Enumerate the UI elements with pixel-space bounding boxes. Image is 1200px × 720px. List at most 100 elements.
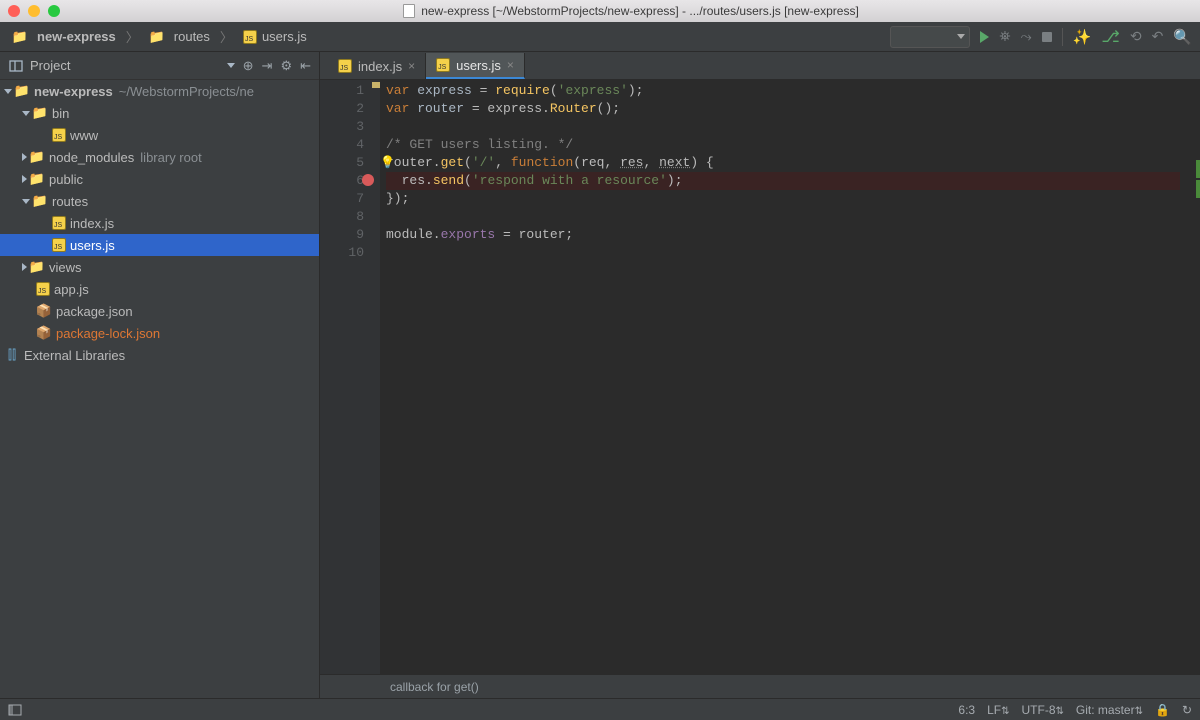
tool-window-toggle-icon[interactable] (8, 703, 22, 717)
editor-breadcrumb-label: callback for get() (390, 680, 479, 694)
wand-icon[interactable]: ✨ (1073, 28, 1092, 46)
code-line[interactable] (386, 244, 1180, 262)
chevron-down-icon (957, 34, 965, 39)
main-area: Project ⊕ ⇥ ⚙ ⇤ 📁 new-express ~/Webstorm… (0, 52, 1200, 698)
tree-folder-views[interactable]: 📁 views (0, 256, 319, 278)
chevron-right-icon[interactable] (22, 153, 27, 161)
update-icon[interactable]: ⟲ (1130, 28, 1142, 45)
run-icon[interactable] (980, 31, 989, 43)
folder-icon: 📁 (14, 83, 30, 99)
breadcrumb-project[interactable]: 📁 new-express (8, 29, 120, 45)
code-line[interactable]: router.get('/', function(req, res, next)… (386, 154, 1180, 172)
line-number[interactable]: 10 (326, 244, 364, 262)
collapse-all-icon[interactable]: ⇥ (262, 58, 273, 74)
tree-external-libraries[interactable]: ⫿⫿ External Libraries (0, 344, 319, 366)
minimize-window-icon[interactable] (28, 5, 40, 17)
tree-label: node_modules (49, 150, 134, 165)
libraries-icon: ⫿⫿ (4, 347, 20, 363)
project-tree[interactable]: 📁 new-express ~/WebstormProjects/ne 📁 bi… (0, 80, 319, 698)
code-line[interactable]: var router = express.Router(); (386, 100, 1180, 118)
line-number[interactable]: 3 (326, 118, 364, 136)
status-line-ending[interactable]: LF (987, 703, 1001, 717)
code-line[interactable] (386, 118, 1180, 136)
editor-breadcrumb[interactable]: callback for get() (320, 674, 1200, 698)
project-tool-title[interactable]: Project (30, 58, 223, 73)
tree-root-name: new-express (34, 84, 113, 99)
line-number[interactable]: 2 (326, 100, 364, 118)
tree-project-root[interactable]: 📁 new-express ~/WebstormProjects/ne (0, 80, 319, 102)
chevron-down-icon[interactable] (22, 199, 30, 204)
mark-icon[interactable] (1196, 180, 1200, 198)
settings-gear-icon[interactable]: ⚙ (280, 58, 292, 74)
code-line[interactable]: /* GET users listing. */ (386, 136, 1180, 154)
line-number[interactable]: 6 (326, 172, 364, 190)
breakpoint-icon[interactable] (362, 174, 374, 186)
tab-index-js[interactable]: JS index.js × (328, 53, 426, 79)
code-line[interactable] (386, 208, 1180, 226)
run-config-dropdown[interactable] (890, 26, 970, 48)
chevron-down-icon[interactable] (22, 111, 30, 116)
chevron-down-icon[interactable] (4, 89, 12, 94)
chevron-down-icon[interactable] (227, 63, 235, 68)
tree-file-package-json[interactable]: 📦 package.json (0, 300, 319, 322)
search-icon[interactable]: 🔍 (1173, 28, 1192, 46)
arrows-icon: ⇅ (1001, 706, 1009, 717)
close-window-icon[interactable] (8, 5, 20, 17)
intention-bulb-icon[interactable]: 💡 (380, 154, 395, 172)
tree-label: app.js (54, 282, 89, 297)
tree-folder-public[interactable]: 📁 public (0, 168, 319, 190)
lock-icon[interactable]: 🔒 (1155, 703, 1170, 717)
undo-icon[interactable]: ↶ (1152, 28, 1164, 45)
project-tool-icon[interactable] (8, 58, 24, 74)
status-git-branch[interactable]: Git: master (1076, 703, 1135, 717)
arrows-icon: ⇅ (1056, 706, 1064, 717)
line-number[interactable]: 4 (326, 136, 364, 154)
sync-icon[interactable]: ↻ (1182, 703, 1192, 717)
status-encoding[interactable]: UTF-8 (1022, 703, 1056, 717)
tab-users-js[interactable]: JS users.js × (426, 53, 525, 79)
line-number[interactable]: 8 (326, 208, 364, 226)
folder-icon: 📁 (29, 171, 45, 187)
status-position[interactable]: 6:3 (958, 703, 975, 717)
titlebar: new-express [~/WebstormProjects/new-expr… (0, 0, 1200, 22)
code-line[interactable]: }); (386, 190, 1180, 208)
tree-folder-node-modules[interactable]: 📁 node_modules library root (0, 146, 319, 168)
tree-file-www[interactable]: JS www (0, 124, 319, 146)
tree-folder-routes[interactable]: 📁 routes (0, 190, 319, 212)
code-line[interactable]: module.exports = router; (386, 226, 1180, 244)
warning-stripe-icon[interactable] (372, 82, 380, 88)
error-stripe[interactable] (1186, 80, 1200, 674)
branch-icon[interactable]: ⎇ (1101, 27, 1119, 47)
code-line[interactable]: var express = require('express'); (386, 82, 1180, 100)
editor-gutter[interactable]: 1 2 3 4 5 6 7 8 9 10 💡 (320, 80, 380, 674)
run-with-coverage-icon[interactable]: ⤳ (1021, 28, 1032, 45)
window-controls (8, 5, 60, 17)
breadcrumb-folder[interactable]: 📁 routes (145, 29, 214, 45)
chevron-right-icon[interactable] (22, 263, 27, 271)
debug-icon[interactable]: ⛯ (999, 28, 1010, 45)
mark-icon[interactable] (1196, 160, 1200, 178)
code-line[interactable]: res.send('respond with a resource'); (386, 172, 1180, 190)
editor-body[interactable]: 1 2 3 4 5 6 7 8 9 10 💡 var express = req… (320, 80, 1200, 674)
maximize-window-icon[interactable] (48, 5, 60, 17)
hide-tool-icon[interactable]: ⇤ (300, 58, 311, 74)
js-file-icon: JS (243, 30, 257, 44)
scroll-from-source-icon[interactable]: ⊕ (243, 58, 254, 74)
tab-close-icon[interactable]: × (507, 58, 514, 72)
line-number[interactable]: 7 (326, 190, 364, 208)
tree-file-package-lock-json[interactable]: 📦 package-lock.json (0, 322, 319, 344)
tree-file-index-js[interactable]: JS index.js (0, 212, 319, 234)
stop-icon[interactable] (1042, 32, 1052, 42)
breadcrumb-file[interactable]: JS users.js (239, 29, 311, 44)
tab-close-icon[interactable]: × (408, 59, 415, 73)
line-number[interactable]: 1 (326, 82, 364, 100)
tree-file-users-js[interactable]: JS users.js (0, 234, 319, 256)
code-area[interactable]: var express = require('express'); var ro… (380, 80, 1186, 674)
tree-file-app-js[interactable]: JS app.js (0, 278, 319, 300)
line-number[interactable]: 5 (326, 154, 364, 172)
chevron-right-icon[interactable] (22, 175, 27, 183)
tree-label: bin (52, 106, 69, 121)
line-number[interactable]: 9 (326, 226, 364, 244)
tree-label: public (49, 172, 83, 187)
tree-folder-bin[interactable]: 📁 bin (0, 102, 319, 124)
